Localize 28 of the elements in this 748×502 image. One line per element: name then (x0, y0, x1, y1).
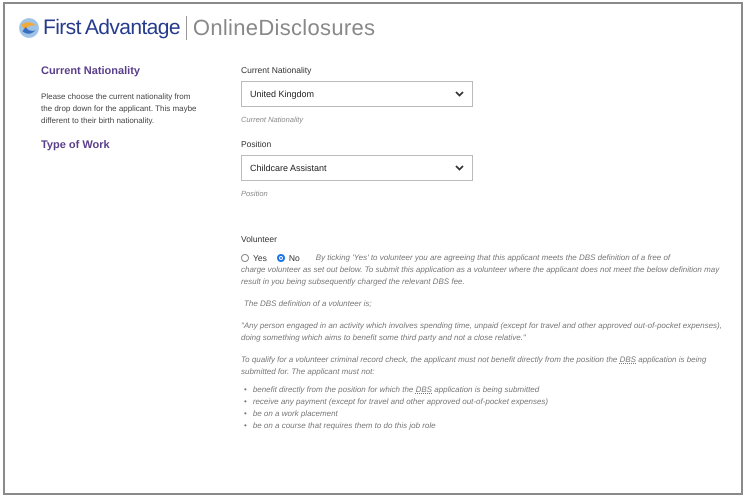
bullet-mark: • (244, 408, 247, 420)
rule-item: receive any payment (except for travel and other approved out-of-pocket expenses) (252, 396, 548, 408)
radio-button[interactable]: No (276, 252, 300, 264)
section-description: Please choose the current nationality from the drop down for the applicant. This maybe different to their birth nationality. (41, 91, 198, 127)
bullet-mark: • (244, 396, 247, 408)
bullet-mark: • (244, 384, 247, 396)
chevron-down-icon (455, 165, 464, 171)
product-name: OnlineDisclosures (192, 15, 376, 41)
bullet-mark: • (244, 420, 247, 432)
section-title: Current Nationality (41, 65, 142, 77)
volunteer-notice: charge volunteer as set out below. To submit this application as a volunteer where the applicant does not meet the below definition may result in you being subsequently charged the relevant DBS fee. (241, 264, 720, 288)
definition-quote: "Any person engaged in an activity which involves spending time, unpaid (except for travel and other approved out-of-pocket expenses), doing something which aims to benefit some third party and not a close relative." (241, 320, 723, 344)
field-label: Position (241, 139, 272, 149)
rule-item: be on a work placement (252, 408, 338, 420)
dropdown-field[interactable]: Childcare Assistant (241, 155, 473, 181)
volunteer-notice: By ticking 'Yes' to volunteer you are agreeing that this applicant meets the DBS definition of a free of (316, 252, 670, 264)
dropdown-field[interactable]: United Kingdom (241, 81, 473, 107)
radio-button[interactable]: Yes (241, 252, 267, 264)
definition-heading: The DBS definition of a volunteer is; (243, 298, 373, 310)
field-label: Current Nationality (241, 65, 312, 75)
rule-item: benefit directly from the position for which the DBS application is being submitted (252, 384, 540, 396)
field-label: Volunteer (241, 234, 278, 244)
globe-logo-icon (18, 17, 40, 39)
qualify-text: To qualify for a volunteer criminal record check, the applicant must not benefit directly from the position the DBS application is being submitted for. The applicant must not: (241, 354, 708, 378)
section-title: Type of Work (41, 139, 111, 151)
chevron-down-icon (455, 91, 464, 97)
rule-item: be on a course that requires them to do this job role (252, 420, 436, 432)
brand-name: First Advantage (43, 16, 180, 40)
